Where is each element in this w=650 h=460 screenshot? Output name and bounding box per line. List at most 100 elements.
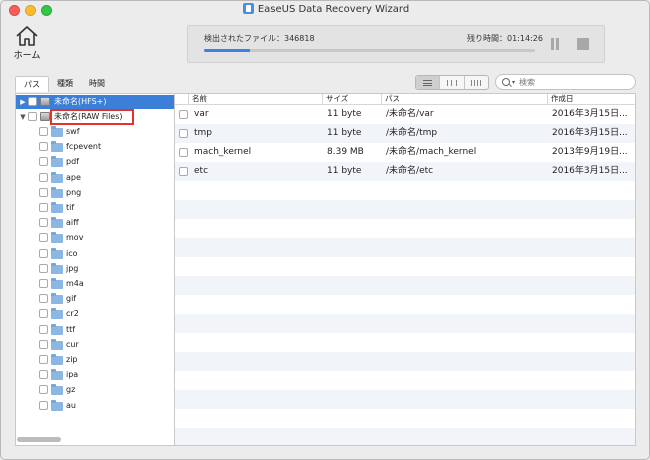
folder-icon (51, 399, 63, 411)
home-button[interactable]: ホーム (11, 25, 43, 63)
column-header-size[interactable]: サイズ (323, 94, 382, 105)
tree-checkbox[interactable] (39, 309, 48, 319)
tree-checkbox[interactable] (39, 248, 48, 258)
tree-folder-ico[interactable]: ico (16, 247, 174, 261)
table-row[interactable]: mach_kernel 8.39 MB/未命名/mach_kernel 2013年9… (175, 143, 635, 162)
row-checkbox[interactable] (179, 110, 188, 119)
column-view-icon (446, 79, 457, 86)
folder-icon (51, 202, 63, 213)
tree-folder-tif[interactable]: tif (16, 201, 174, 215)
tree-folder-gz[interactable]: gz (16, 383, 174, 397)
folder-icon (51, 278, 63, 289)
zoom-window-button[interactable] (41, 5, 52, 16)
tree-folder-aiff[interactable]: aiff (16, 216, 174, 230)
tree-checkbox[interactable] (39, 400, 48, 410)
table-row[interactable]: var 11 byte/未命名/var 2016年3月15日... (175, 105, 635, 124)
close-window-button[interactable] (9, 5, 20, 16)
tree-checkbox[interactable] (39, 294, 48, 304)
tree-folder-label: tif (66, 203, 75, 212)
scan-progress-fill (204, 49, 251, 52)
tree-checkbox[interactable] (28, 97, 37, 106)
minimize-window-button[interactable] (25, 5, 36, 16)
row-checkbox[interactable] (179, 167, 188, 176)
tree-folder-m4a[interactable]: m4a (16, 277, 174, 291)
row-checkbox[interactable] (179, 148, 188, 157)
column-header-path[interactable]: パス (382, 94, 548, 105)
tree-folder-label: ape (66, 172, 81, 182)
tree-folder-cr2[interactable]: cr2 (16, 307, 174, 321)
tree-checkbox[interactable] (39, 218, 48, 228)
tree-checkbox[interactable] (39, 263, 48, 273)
table-row[interactable]: etc 11 byte/未命名/etc 2016年3月15日... (175, 162, 635, 181)
folder-icon (51, 338, 63, 350)
tree-checkbox[interactable] (39, 203, 48, 212)
tree-checkbox[interactable] (39, 355, 48, 364)
empty-row (175, 238, 635, 257)
time-remaining: 残り時間：01:14:26 (467, 34, 543, 43)
tree-checkbox[interactable] (39, 339, 48, 349)
folder-icon (51, 384, 63, 396)
tree-folder-ape[interactable]: ape (16, 171, 174, 185)
tree-checkbox[interactable] (39, 385, 48, 395)
tree-folder-png[interactable]: png (16, 186, 174, 200)
tab-type[interactable]: 種類 (49, 76, 81, 92)
search-input[interactable] (519, 76, 629, 88)
tree-folder-jpg[interactable]: jpg (16, 262, 174, 276)
tree-checkbox[interactable] (39, 324, 48, 334)
stop-button[interactable] (577, 38, 589, 50)
cell-name: tmp (194, 128, 213, 138)
tree-folder-pdf[interactable]: pdf (16, 155, 174, 169)
column-header-name[interactable]: 名前 (189, 94, 323, 105)
tree-folder-cur[interactable]: cur (16, 338, 174, 352)
tree-drive-hfs[interactable]: ▶ 未命名(HFS+) (16, 95, 174, 109)
table-row[interactable]: tmp 11 byte/未命名/tmp 2016年3月15日... (175, 124, 635, 143)
tree-checkbox[interactable] (39, 142, 48, 152)
tree-folder-label: jpg (66, 263, 79, 273)
horizontal-scrollbar[interactable] (17, 437, 61, 442)
tree-folder-au[interactable]: au (16, 399, 174, 413)
cell-created: 2016年3月15日... (552, 166, 628, 176)
tree-folder-gif[interactable]: gif (16, 292, 174, 306)
folder-icon (51, 141, 63, 153)
column-header-created[interactable]: 作成日 (548, 94, 635, 105)
tree-checkbox[interactable] (39, 187, 48, 197)
disclosure-arrow-icon[interactable]: ▶ (19, 95, 27, 109)
tree-folder-label: cr2 (66, 309, 79, 319)
disclosure-arrow-icon[interactable]: ▼ (19, 110, 27, 124)
tree-checkbox[interactable] (39, 370, 48, 380)
empty-row (175, 333, 635, 352)
list-view-button[interactable] (416, 76, 441, 89)
column-view-button[interactable] (440, 76, 465, 89)
tree-checkbox[interactable] (39, 279, 48, 288)
tree-folder-zip[interactable]: zip (16, 353, 174, 367)
tree-folder-ipa[interactable]: ipa (16, 368, 174, 382)
folder-icon (51, 171, 63, 183)
folder-icon (51, 293, 63, 305)
tree-folder-mov[interactable]: mov (16, 231, 174, 245)
search-options-caret-icon[interactable]: ▾ (512, 79, 515, 86)
tree-folder-swf[interactable]: swf (16, 125, 174, 139)
empty-row (175, 200, 635, 219)
folder-icon (51, 308, 63, 320)
tree-checkbox[interactable] (28, 112, 37, 121)
tab-path[interactable]: パス (15, 76, 49, 92)
tree-checkbox[interactable] (39, 233, 48, 243)
select-all-column-header[interactable] (175, 94, 189, 105)
window-title: EaseUS Data Recovery Wizard (257, 4, 410, 15)
search-icon (502, 78, 510, 86)
tile-view-button[interactable] (465, 76, 488, 89)
tree-checkbox[interactable] (39, 157, 48, 167)
annotation-highlight-box (50, 109, 134, 125)
tab-time[interactable]: 時間 (81, 76, 113, 92)
tree-checkbox[interactable] (39, 172, 48, 182)
view-mode-control (415, 75, 489, 90)
tree-folder-label: png (66, 187, 82, 197)
empty-row (175, 276, 635, 295)
row-checkbox[interactable] (179, 129, 188, 138)
tree-folder-ttf[interactable]: ttf (16, 323, 174, 337)
tree-folder-label: zip (66, 355, 78, 364)
tree-folder-fcpevent[interactable]: fcpevent (16, 140, 174, 154)
cell-size: 11 byte (327, 109, 362, 119)
pause-button[interactable] (550, 38, 560, 50)
tree-checkbox[interactable] (39, 127, 48, 136)
